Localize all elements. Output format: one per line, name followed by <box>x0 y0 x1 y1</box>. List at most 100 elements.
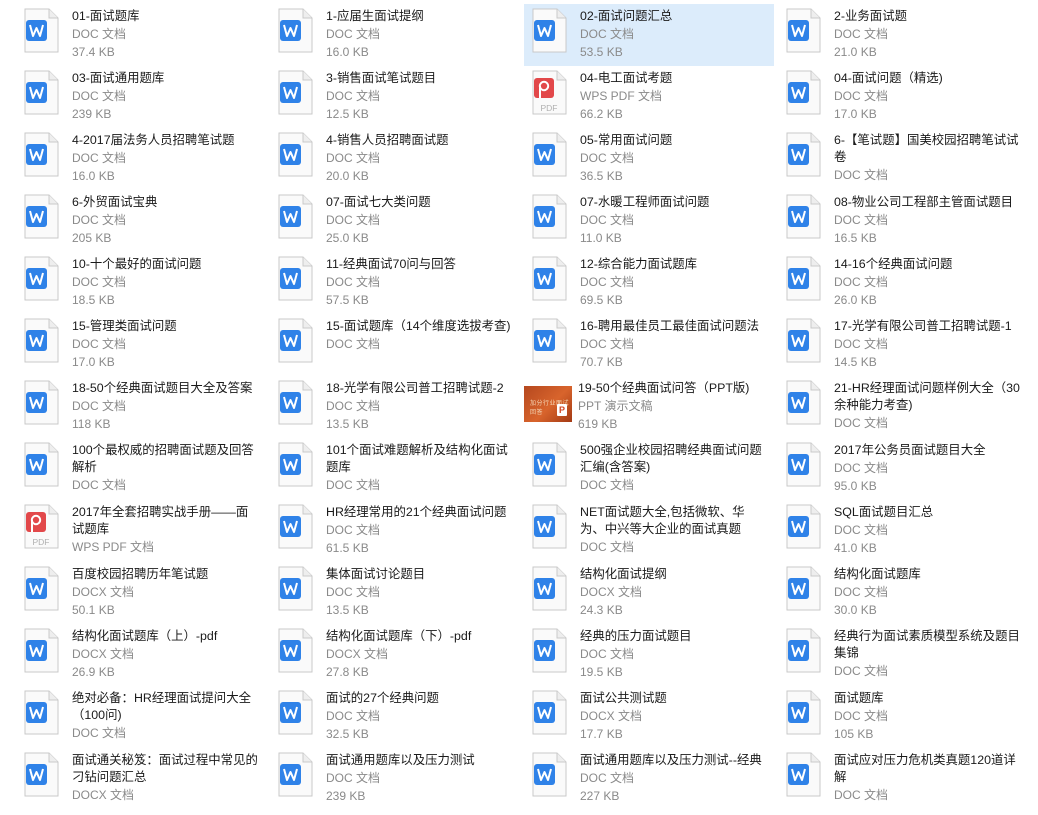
file-item[interactable]: 15-面试题库（14个维度选拔考查) DOC 文档 <box>270 314 520 376</box>
file-item[interactable]: 100个最权威的招聘面试题及回答解析 DOC 文档 <box>16 438 266 500</box>
file-item[interactable]: 面试题库 DOC 文档 105 KB <box>778 686 1028 748</box>
file-name: 01-面试题库 <box>72 9 140 23</box>
file-item[interactable]: 3-销售面试笔试题目 DOC 文档 12.5 KB <box>270 66 520 128</box>
file-type: DOC 文档 <box>834 89 889 103</box>
word-doc-icon <box>784 8 822 54</box>
file-item[interactable]: 面试的27个经典问题 DOC 文档 32.5 KB <box>270 686 520 748</box>
file-item[interactable]: 面试应对压力危机类真题120道详解 DOC 文档 <box>778 748 1028 810</box>
word-doc-icon <box>276 318 314 364</box>
file-item[interactable]: 6-【笔试题】国美校园招聘笔试试卷 DOC 文档 <box>778 128 1028 190</box>
file-item[interactable]: 02-面试问题汇总 DOC 文档 53.5 KB <box>524 4 774 66</box>
file-item[interactable]: PDF 04-电工面试考题 WPS PDF 文档 66.2 KB <box>524 66 774 128</box>
file-item[interactable]: PDF 2017年全套招聘实战手册——面试题库 WPS PDF 文档 <box>16 500 266 562</box>
file-item[interactable]: 15-管理类面试问题 DOC 文档 17.0 KB <box>16 314 266 376</box>
file-name: 结构化面试题库（上）-pdf <box>72 629 218 643</box>
file-info: HR经理常用的21个经典面试问题 DOC 文档 61.5 KB <box>326 504 514 557</box>
file-item[interactable]: 2-业务面试题 DOC 文档 21.0 KB <box>778 4 1028 66</box>
file-item[interactable]: 面试公共测试题 DOCX 文档 17.7 KB <box>524 686 774 748</box>
file-item[interactable]: 16-聘用最佳员工最佳面试问题法 DOC 文档 70.7 KB <box>524 314 774 376</box>
file-size: 36.5 KB <box>580 169 623 183</box>
file-info: 101个面试难题解析及结构化面试题库 DOC 文档 <box>326 442 514 494</box>
file-item[interactable]: 17-光学有限公司普工招聘试题-1 DOC 文档 14.5 KB <box>778 314 1028 376</box>
file-info: 面试通用题库以及压力测试 DOC 文档 239 KB <box>326 752 514 805</box>
file-size: 11.0 KB <box>580 231 622 245</box>
file-item[interactable]: 07-面试七大类问题 DOC 文档 25.0 KB <box>270 190 520 252</box>
file-item[interactable]: 6-外贸面试宝典 DOC 文档 205 KB <box>16 190 266 252</box>
file-item[interactable]: 结构化面试题库 DOC 文档 30.0 KB <box>778 562 1028 624</box>
file-type: DOC 文档 <box>580 771 635 785</box>
file-item[interactable]: 14-16个经典面试问题 DOC 文档 26.0 KB <box>778 252 1028 314</box>
file-item[interactable]: 经典的压力面试题目 DOC 文档 19.5 KB <box>524 624 774 686</box>
file-info: 04-电工面试考题 WPS PDF 文档 66.2 KB <box>580 70 768 123</box>
file-type: DOC 文档 <box>834 585 889 599</box>
file-item[interactable]: 101个面试难题解析及结构化面试题库 DOC 文档 <box>270 438 520 500</box>
word-doc-icon <box>530 256 568 302</box>
file-item[interactable]: NET面试题大全,包括微软、华为、中兴等大企业的面试真题 DOC 文档 <box>524 500 774 562</box>
file-item[interactable]: 经典行为面试素质模型系统及题目集锦 DOC 文档 <box>778 624 1028 686</box>
file-info: 14-16个经典面试问题 DOC 文档 26.0 KB <box>834 256 1022 309</box>
word-doc-icon <box>276 380 314 426</box>
file-type: PPT 演示文稿 <box>578 399 653 413</box>
file-item[interactable]: 07-水暖工程师面试问题 DOC 文档 11.0 KB <box>524 190 774 252</box>
file-name: 结构化面试题库 <box>834 567 921 581</box>
file-size: 53.5 KB <box>580 45 623 59</box>
file-info: SQL面试题目汇总 DOC 文档 41.0 KB <box>834 504 1022 557</box>
svg-text:PDF: PDF <box>33 537 50 547</box>
file-type: WPS PDF 文档 <box>72 540 155 554</box>
word-doc-icon <box>784 318 822 364</box>
file-item[interactable]: 04-面试问题（精选) DOC 文档 17.0 KB <box>778 66 1028 128</box>
word-doc-icon <box>22 132 60 178</box>
file-item[interactable]: 百度校园招聘历年笔试题 DOCX 文档 50.1 KB <box>16 562 266 624</box>
file-item[interactable]: 加分行业面试回答 P 19-50个经典面试问答（PPT版) PPT 演示文稿 619 K… <box>524 376 774 438</box>
file-item[interactable]: HR经理常用的21个经典面试问题 DOC 文档 61.5 KB <box>270 500 520 562</box>
file-item[interactable]: 集体面试讨论题目 DOC 文档 13.5 KB <box>270 562 520 624</box>
file-size: 619 KB <box>578 417 618 431</box>
file-type: DOC 文档 <box>580 213 635 227</box>
file-name: 10-十个最好的面试问题 <box>72 257 202 271</box>
file-item[interactable]: 11-经典面试70问与回答 DOC 文档 57.5 KB <box>270 252 520 314</box>
word-doc-icon <box>276 566 314 612</box>
file-item[interactable]: 18-光学有限公司普工招聘试题-2 DOC 文档 13.5 KB <box>270 376 520 438</box>
file-name: 面试通用题库以及压力测试 <box>326 753 475 767</box>
file-item[interactable]: 结构化面试题库（上）-pdf DOCX 文档 26.9 KB <box>16 624 266 686</box>
file-item[interactable]: 2017年公务员面试题目大全 DOC 文档 95.0 KB <box>778 438 1028 500</box>
file-info: 绝对必备：HR经理面试提问大全（100问) DOC 文档 <box>72 690 260 742</box>
file-info: 15-管理类面试问题 DOC 文档 17.0 KB <box>72 318 260 371</box>
file-item[interactable]: 21-HR经理面试问题样例大全（30余种能力考查) DOC 文档 <box>778 376 1028 438</box>
file-item[interactable]: 08-物业公司工程部主管面试题目 DOC 文档 16.5 KB <box>778 190 1028 252</box>
word-docx-icon <box>22 752 60 798</box>
file-item[interactable]: SQL面试题目汇总 DOC 文档 41.0 KB <box>778 500 1028 562</box>
file-info: 集体面试讨论题目 DOC 文档 13.5 KB <box>326 566 514 619</box>
file-item[interactable]: 12-综合能力面试题库 DOC 文档 69.5 KB <box>524 252 774 314</box>
file-type: DOC 文档 <box>834 27 889 41</box>
file-item[interactable]: 1-应届生面试提纲 DOC 文档 16.0 KB <box>270 4 520 66</box>
file-item[interactable]: 500强企业校园招聘经典面试问题汇编(含答案) DOC 文档 <box>524 438 774 500</box>
file-item[interactable]: 面试通用题库以及压力测试 DOC 文档 239 KB <box>270 748 520 810</box>
file-item[interactable]: 01-面试题库 DOC 文档 37.4 KB <box>16 4 266 66</box>
file-info: 500强企业校园招聘经典面试问题汇编(含答案) DOC 文档 <box>580 442 768 494</box>
file-item[interactable]: 05-常用面试问题 DOC 文档 36.5 KB <box>524 128 774 190</box>
file-info: 07-面试七大类问题 DOC 文档 25.0 KB <box>326 194 514 247</box>
file-type: DOC 文档 <box>834 709 889 723</box>
file-item[interactable]: 结构化面试提纲 DOCX 文档 24.3 KB <box>524 562 774 624</box>
file-item[interactable]: 4-销售人员招聘面试题 DOC 文档 20.0 KB <box>270 128 520 190</box>
file-item[interactable]: 绝对必备：HR经理面试提问大全（100问) DOC 文档 <box>16 686 266 748</box>
file-item[interactable]: 03-面试通用题库 DOC 文档 239 KB <box>16 66 266 128</box>
word-docx-icon <box>276 628 314 674</box>
file-name: 4-2017届法务人员招聘笔试题 <box>72 133 235 147</box>
file-type: DOC 文档 <box>580 540 635 554</box>
file-info: 经典行为面试素质模型系统及题目集锦 DOC 文档 <box>834 628 1022 680</box>
file-type: DOC 文档 <box>326 151 381 165</box>
word-doc-icon <box>784 442 822 488</box>
file-item[interactable]: 10-十个最好的面试问题 DOC 文档 18.5 KB <box>16 252 266 314</box>
file-item[interactable]: 面试通用题库以及压力测试--经典 DOC 文档 227 KB <box>524 748 774 810</box>
file-item[interactable]: 4-2017届法务人员招聘笔试题 DOC 文档 16.0 KB <box>16 128 266 190</box>
file-name: 面试通用题库以及压力测试--经典 <box>580 753 762 767</box>
file-item[interactable]: 面试通关秘笈：面试过程中常见的刁钻问题汇总 DOCX 文档 <box>16 748 266 810</box>
word-doc-icon <box>22 690 60 736</box>
word-doc-icon <box>22 318 60 364</box>
file-name: 6-外贸面试宝典 <box>72 195 158 209</box>
file-info: 04-面试问题（精选) DOC 文档 17.0 KB <box>834 70 1022 123</box>
file-item[interactable]: 结构化面试题库（下）-pdf DOCX 文档 27.8 KB <box>270 624 520 686</box>
file-item[interactable]: 18-50个经典面试题目大全及答案 DOC 文档 118 KB <box>16 376 266 438</box>
